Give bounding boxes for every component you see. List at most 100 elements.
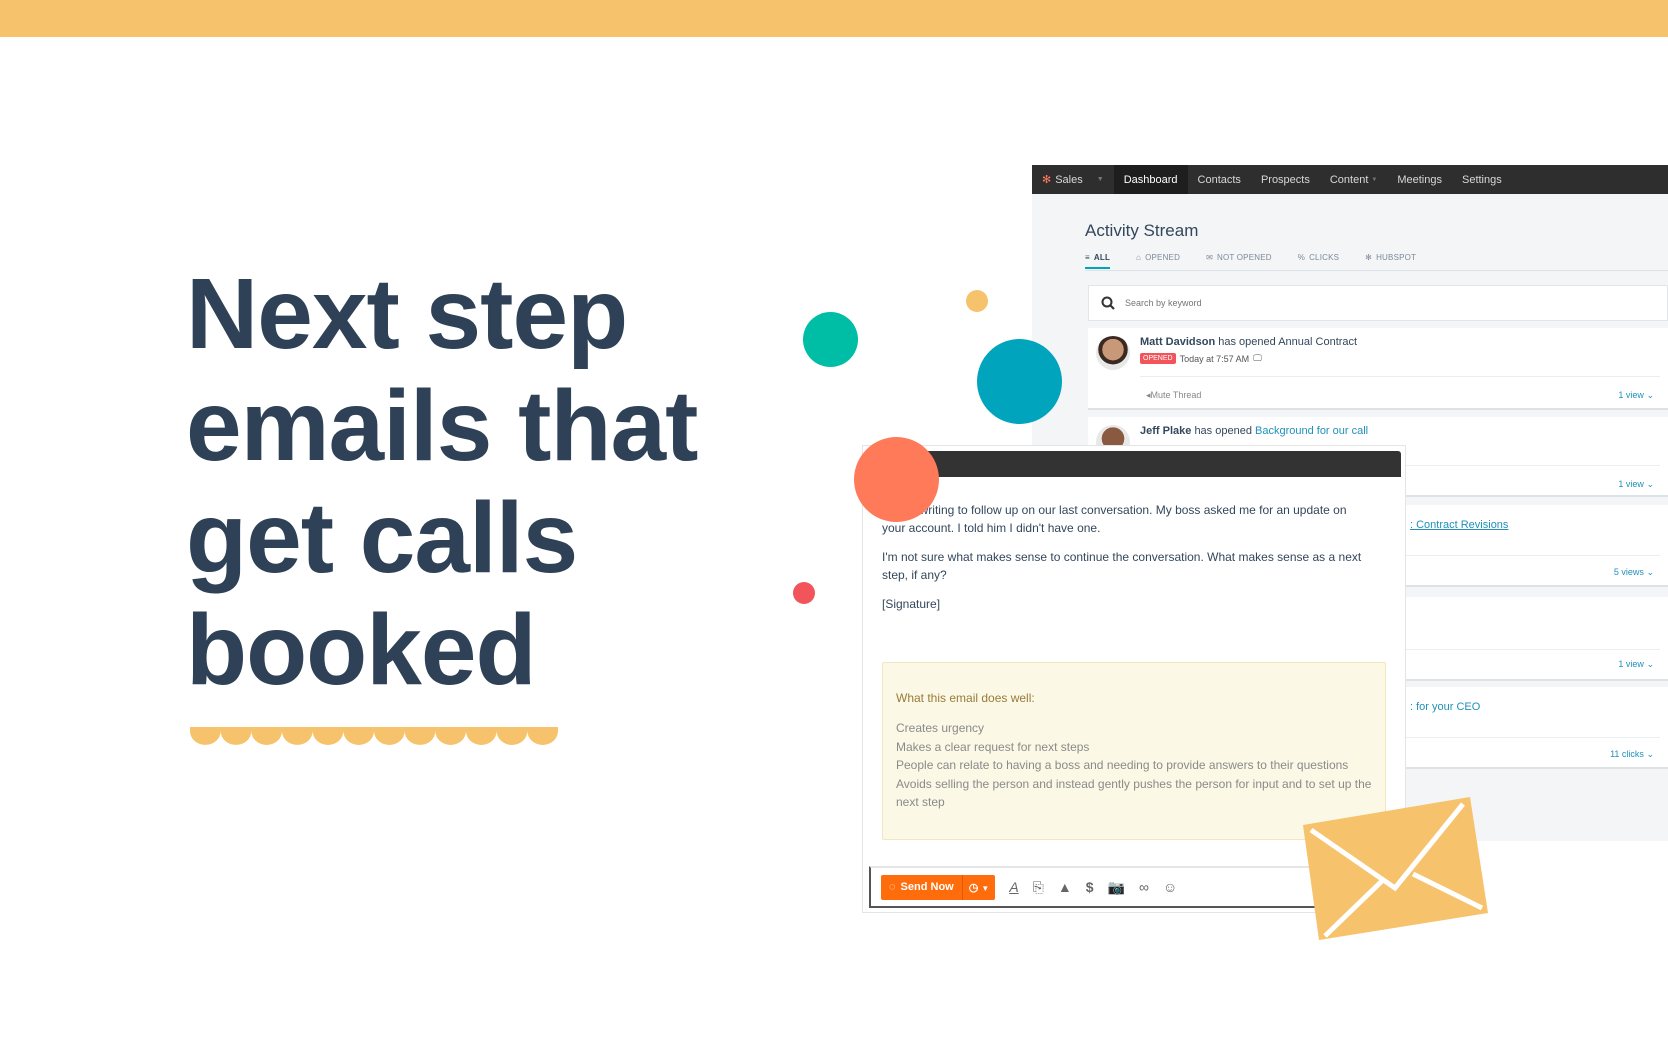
document-link[interactable]: : for your CEO: [1410, 701, 1480, 713]
decor-dot-orange: [854, 437, 939, 522]
refresh-icon: ◌: [889, 881, 896, 893]
dollar-icon[interactable]: $: [1086, 879, 1094, 895]
chevron-down-icon: ⌄: [1646, 659, 1654, 669]
email-body[interactable]: …, I'm writing to follow up on our last …: [882, 501, 1372, 624]
search-input[interactable]: [1125, 298, 1525, 308]
views-toggle[interactable]: 1 view ⌄: [1618, 390, 1654, 401]
tab-hubspot[interactable]: ✻ HUBSPOT: [1365, 253, 1416, 269]
nav-meetings[interactable]: Meetings: [1387, 165, 1452, 194]
card-title: : Contract Revisions: [1410, 519, 1508, 531]
decor-dot-blue: [977, 339, 1062, 424]
send-now-button[interactable]: ◌ Send Now ◷ ▼: [881, 874, 996, 900]
top-accent-bar: [0, 0, 1668, 37]
card-title: : for your CEO: [1410, 701, 1480, 713]
views-toggle[interactable]: 5 views ⌄: [1614, 567, 1654, 578]
tip-item: Makes a clear request for next steps: [896, 739, 1090, 754]
divider: [1085, 270, 1668, 271]
search-icon: [1101, 296, 1115, 310]
text-format-icon[interactable]: A: [1009, 879, 1018, 895]
tab-label: NOT OPENED: [1216, 253, 1272, 262]
card-meta: OPENED Today at 7:57 AM 🖵: [1140, 353, 1262, 364]
card-title: Jeff Plake has opened Background for our…: [1140, 425, 1368, 437]
chevron-down-icon: ⌄: [1646, 567, 1654, 577]
top-nav: ✻ Sales ▼ Dashboard Contacts Prospects Con…: [1032, 165, 1668, 194]
filter-tabs: ≡ ALL ⌂ OPENED ✉ NOT OPENED % CLICKS ✻ HUBSPO…: [1085, 253, 1416, 269]
emoji-icon[interactable]: ☺: [1163, 879, 1177, 895]
views-count: 1 view: [1618, 390, 1644, 400]
nav-dashboard[interactable]: Dashboard: [1113, 165, 1188, 194]
opened-badge: OPENED: [1140, 353, 1176, 364]
tab-all[interactable]: ≡ ALL: [1085, 253, 1111, 269]
nav-brand-sales[interactable]: ✻ Sales ▼: [1032, 165, 1114, 194]
list-icon: ≡: [1085, 253, 1090, 262]
contact-name[interactable]: Matt Davidson: [1140, 336, 1215, 348]
document-link[interactable]: Background for our call: [1255, 425, 1368, 437]
clicks-toggle[interactable]: 11 clicks ⌄: [1610, 749, 1654, 760]
drive-icon[interactable]: ▲: [1058, 879, 1072, 895]
tab-label: OPENED: [1145, 253, 1181, 262]
tab-label: CLICKS: [1309, 253, 1340, 262]
brand-label: Sales: [1055, 173, 1083, 186]
link-icon: %: [1297, 253, 1306, 262]
email-signature: [Signature]: [882, 597, 941, 611]
tab-not-opened[interactable]: ✉ NOT OPENED: [1206, 253, 1272, 269]
mute-label: Mute Thread: [1150, 390, 1202, 400]
headline-line: booked: [186, 594, 537, 706]
nav-content[interactable]: Content ▼: [1320, 165, 1387, 194]
email-paragraph: …, I'm writing to follow up on our last …: [882, 503, 1347, 535]
compose-header-bar: [925, 451, 1401, 477]
action-text: has opened: [1194, 425, 1252, 437]
headline-line: Next step: [186, 258, 628, 370]
link-icon[interactable]: ∞: [1139, 879, 1149, 895]
nav-prospects[interactable]: Prospects: [1251, 165, 1320, 194]
tab-clicks[interactable]: % CLICKS: [1298, 253, 1339, 269]
tip-item: People can relate to having a boss and n…: [896, 758, 1349, 773]
tips-title: What this email does well:: [896, 691, 1035, 705]
decor-dot-teal: [803, 312, 858, 367]
views-toggle[interactable]: 1 view ⌄: [1618, 479, 1654, 490]
email-paragraph: I'm not sure what makes sense to continu…: [882, 550, 1362, 582]
chevron-down-icon: ⌄: [1646, 749, 1654, 759]
views-count: 5 views: [1613, 567, 1644, 577]
document-link[interactable]: : Contract Revisions: [1410, 519, 1508, 531]
headline-line: get calls: [186, 482, 578, 594]
tab-opened[interactable]: ⌂ OPENED: [1136, 253, 1180, 269]
caret-down-icon: ▼: [981, 883, 990, 893]
search-box: [1088, 285, 1668, 321]
mute-thread-button[interactable]: ◂Mute Thread: [1146, 390, 1201, 401]
headline-line: emails that: [186, 370, 698, 482]
headline: Next step emails that get calls booked: [186, 258, 886, 706]
decor-dot-gold: [966, 290, 988, 312]
schedule-dropdown[interactable]: ◷ ▼: [963, 881, 996, 894]
contact-name[interactable]: Jeff Plake: [1140, 425, 1191, 437]
paperclip-icon[interactable]: ⎘: [1033, 879, 1044, 896]
timestamp: Today at 7:57 AM: [1179, 353, 1250, 364]
clock-icon: ◷: [968, 881, 979, 894]
document-name[interactable]: Annual Contract: [1278, 336, 1357, 348]
nav-contacts[interactable]: Contacts: [1188, 165, 1251, 194]
tip-item: Creates urgency: [896, 721, 985, 736]
scalloped-underline: [190, 727, 558, 745]
views-count: 1 view: [1618, 659, 1644, 669]
envelope-open-icon: ⌂: [1136, 253, 1142, 262]
envelope-icon: [1303, 797, 1488, 940]
divider: [1140, 376, 1660, 377]
camera-icon[interactable]: 📷: [1108, 879, 1125, 896]
views-toggle[interactable]: 1 view ⌄: [1618, 659, 1654, 670]
nav-settings[interactable]: Settings: [1452, 165, 1512, 194]
send-label: Send Now: [900, 881, 954, 893]
clicks-count: 11 clicks: [1610, 749, 1644, 759]
page-title: Activity Stream: [1085, 221, 1199, 240]
chevron-down-icon: ⌄: [1646, 479, 1654, 489]
chevron-down-icon: ▼: [1371, 176, 1378, 183]
action-text: has opened: [1218, 336, 1276, 348]
views-count: 1 view: [1618, 479, 1644, 489]
tab-label: ALL: [1093, 253, 1111, 262]
nav-content-label: Content: [1329, 173, 1369, 186]
desktop-icon: 🖵: [1253, 353, 1262, 363]
chevron-down-icon: ⌄: [1646, 390, 1654, 400]
tab-label: HUBSPOT: [1376, 253, 1417, 262]
hubspot-icon: ✻: [1365, 253, 1373, 262]
avatar: [1096, 336, 1130, 370]
hubspot-logo-icon: ✻: [1042, 174, 1052, 186]
